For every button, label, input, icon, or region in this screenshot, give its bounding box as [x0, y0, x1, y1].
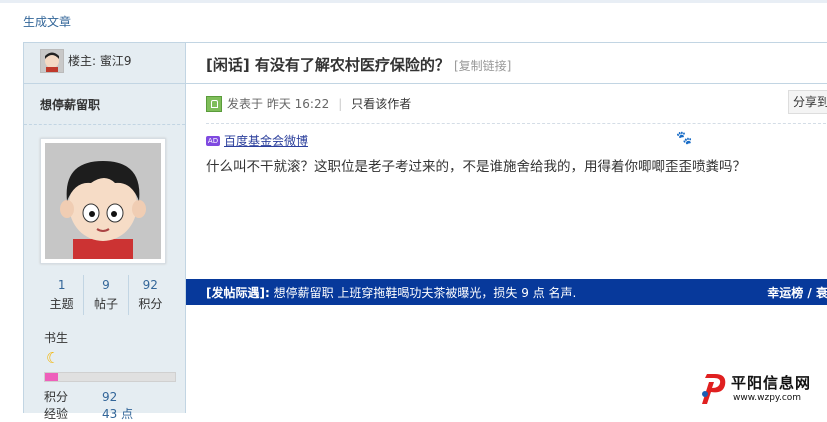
ad-link[interactable]: 百度基金会微博 [224, 132, 308, 149]
user-level-name: 书生 [44, 331, 69, 345]
owner-name[interactable]: 蜜江9 [100, 54, 132, 68]
stat-value: 9 [102, 278, 110, 292]
posted-time: 昨天 16:22 [266, 97, 330, 111]
notice-text: [发帖际遇]: 想停薪留职 上班穿拖鞋喝功夫茶被曝光，损失 9 点 名声. [206, 284, 576, 301]
user-stats: 1 主题 9 帖子 92 积分 [40, 275, 172, 315]
post-title-text: [闲话] 有没有了解农村医疗保险的？ [206, 56, 450, 74]
share-button[interactable]: 分享到 [788, 90, 827, 114]
stat-topics[interactable]: 1 主题 [40, 275, 85, 315]
cartoon-avatar-icon [45, 143, 161, 259]
author-sidebar: 楼主: 蜜江9 想停薪留职 1 主题 9 帖子 92 积分 书生 ☾ 积分 92… [24, 43, 186, 421]
post-body: 什么叫不干就滚？这职位是老子考过来的，不是谁施舍给我的，用得着你唧唧歪歪喷粪吗？ [206, 159, 746, 175]
username[interactable]: 想停薪留职 [40, 96, 100, 113]
site-logo-icon [702, 374, 726, 404]
owner-info: 楼主: 蜜江9 [68, 52, 132, 69]
stat-label: 帖子 [93, 297, 118, 311]
meta-separator: | [338, 96, 343, 111]
post-main: [闲话] 有没有了解农村医疗保险的？ [复制链接] 发表于 昨天 16:22 | … [186, 43, 827, 413]
profile-key: 经验 [44, 407, 69, 421]
profile-row-points: 积分 92 [44, 388, 117, 405]
profile-row-exp: 经验 43 点 [44, 405, 133, 422]
profile-key: 积分 [44, 390, 69, 404]
generate-article-link[interactable]: 生成文章 [23, 13, 71, 30]
paw-icon[interactable]: 🐾 [676, 131, 692, 146]
stat-label: 主题 [49, 297, 74, 311]
posted-label: 发表于 [227, 97, 264, 111]
watermark-name: 平阳信息网 [731, 374, 812, 392]
post-notice-bar: [发帖际遇]: 想停薪留职 上班穿拖鞋喝功夫茶被曝光，损失 9 点 名声. 幸运… [186, 279, 827, 305]
stat-points[interactable]: 92 积分 [129, 275, 172, 315]
ad-line: AD 百度基金会微博 [206, 132, 308, 149]
divider [206, 123, 826, 124]
post-meta: 发表于 昨天 16:22 | 只看该作者 [206, 95, 411, 112]
owner-avatar-icon[interactable] [40, 49, 64, 73]
stat-value: 92 [142, 278, 158, 292]
owner-label: 楼主: [68, 54, 97, 68]
stat-posts[interactable]: 9 帖子 [84, 275, 129, 315]
notice-message: 想停薪留职 上班穿拖鞋喝功夫茶被曝光，损失 9 点 名声. [273, 286, 577, 300]
post-title-row: [闲话] 有没有了解农村医疗保险的？ [复制链接] [186, 43, 827, 84]
post-container: 楼主: 蜜江9 想停薪留职 1 主题 9 帖子 92 积分 书生 ☾ 积分 92… [23, 42, 827, 421]
profile-value: 92 [102, 390, 118, 404]
author-only-link[interactable]: 只看该作者 [351, 95, 411, 112]
post-title: [闲话] 有没有了解农村医疗保险的？ [复制链接] [206, 54, 511, 75]
ad-badge-icon: AD [206, 135, 220, 146]
online-status-icon [206, 95, 222, 112]
moon-icon: ☾ [46, 349, 60, 367]
lucky-list-link[interactable]: 幸运榜 / 衰 [767, 284, 827, 301]
owner-header: 楼主: 蜜江9 [24, 43, 185, 84]
user-avatar[interactable] [40, 138, 166, 264]
site-watermark: 平阳信息网 www.wzpy.com [695, 368, 827, 412]
username-bar: 想停薪留职 [24, 84, 185, 125]
stat-value: 1 [57, 278, 66, 292]
stat-label: 积分 [138, 297, 163, 311]
profile-value: 43 点 [102, 407, 134, 421]
level-progress-bar [44, 372, 176, 382]
top-border [0, 0, 827, 3]
level-progress-fill [45, 373, 58, 381]
watermark-url: www.wzpy.com [733, 393, 802, 403]
copy-link-button[interactable]: [复制链接] [454, 59, 511, 73]
notice-label: [发帖际遇]: [206, 286, 270, 300]
